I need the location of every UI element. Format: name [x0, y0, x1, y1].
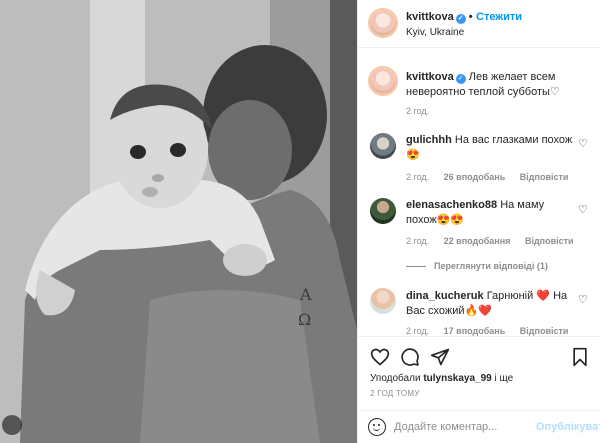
post-header: kvittkova ✓ • Стежити Kyiv, Ukraine: [358, 0, 600, 48]
comment-time: 2 год.: [406, 172, 430, 182]
author-username-row[interactable]: kvittkova ✓ •: [406, 11, 476, 24]
comment-username[interactable]: gulichhh: [406, 134, 452, 146]
comment-meta: 2 год. 22 вподобання Відповісти: [406, 236, 586, 246]
more-dots-icon[interactable]: [2, 415, 22, 435]
comment-username[interactable]: elenasachenko88: [406, 199, 497, 211]
post-actions: Уподобали tulynskaya_99 і ще 2 ГОД ТОМУ: [358, 336, 600, 406]
reply-button[interactable]: Відповісти: [525, 236, 574, 246]
heart-icon[interactable]: [370, 347, 390, 367]
commenter-avatar[interactable]: [370, 288, 396, 314]
comment-like-heart-icon[interactable]: ♡: [578, 293, 588, 306]
share-icon[interactable]: [430, 347, 450, 367]
likes-user[interactable]: tulynskaya_99: [423, 373, 491, 384]
add-comment-bar: Опублікувати: [358, 410, 600, 443]
post-time[interactable]: 2 ГОД ТОМУ: [370, 389, 420, 398]
svg-text:Ω: Ω: [298, 310, 311, 329]
comment-username[interactable]: dina_kucheruk: [406, 290, 484, 302]
svg-text:A: A: [299, 285, 312, 304]
comment-meta: 2 год. 17 вподобань Відповісти: [406, 326, 580, 336]
comment-like-heart-icon[interactable]: ♡: [578, 203, 588, 216]
replies-divider: [406, 266, 426, 268]
caption-avatar[interactable]: [368, 66, 398, 96]
post-side-panel: kvittkova ✓ • Стежити Kyiv, Ukraine kvittk…: [357, 0, 600, 443]
comment-like-heart-icon[interactable]: ♡: [578, 137, 588, 150]
likes-summary: Уподобали tulynskaya_99 і ще: [370, 373, 513, 384]
comment-likes[interactable]: 17 вподобань: [444, 326, 506, 336]
commenter-avatar[interactable]: [370, 198, 396, 224]
author-username[interactable]: kvittkova: [406, 11, 454, 23]
commenter-avatar[interactable]: [370, 133, 396, 159]
publish-button[interactable]: Опублікувати: [536, 421, 600, 433]
caption-username[interactable]: kvittkova: [406, 71, 454, 83]
separator-dot: •: [468, 11, 473, 23]
caption-time: 2 год.: [406, 106, 430, 116]
post-photo[interactable]: A Ω: [0, 0, 357, 443]
caption: kvittkova ✓ Лев желает всем невероятно те…: [406, 70, 591, 100]
comment: dina_kucheruk Гарнюній ❤️ На Вас схожий🔥…: [406, 289, 576, 319]
likes-prefix: Уподобали: [370, 373, 421, 384]
comment-time: 2 год.: [406, 236, 430, 246]
follow-button[interactable]: Стежити: [476, 11, 522, 23]
emoji-icon[interactable]: [368, 418, 386, 436]
location-link[interactable]: Kyiv, Ukraine: [406, 27, 464, 38]
comment-time: 2 год.: [406, 326, 430, 336]
reply-button[interactable]: Відповісти: [520, 326, 569, 336]
comment-likes[interactable]: 22 вподобання: [444, 236, 511, 246]
comment-icon[interactable]: [400, 347, 420, 367]
author-avatar[interactable]: [368, 8, 398, 38]
view-replies-button[interactable]: Переглянути відповіді (1): [406, 261, 548, 271]
comment: elenasachenko88 На маму похож😍😍: [406, 198, 576, 228]
comment-likes[interactable]: 26 вподобань: [444, 172, 506, 182]
comment: gulichhh На вас глазками похож 😍: [406, 133, 576, 163]
bookmark-icon[interactable]: [570, 347, 590, 367]
reply-button[interactable]: Відповісти: [520, 172, 569, 182]
baby-photo: A Ω: [0, 0, 357, 443]
comment-input[interactable]: [394, 417, 534, 437]
verified-badge-icon: ✓: [455, 14, 466, 24]
verified-badge-icon: ✓: [455, 74, 466, 84]
comment-meta: 2 год. 26 вподобань Відповісти: [406, 172, 580, 182]
likes-suffix[interactable]: і ще: [495, 373, 514, 384]
view-replies-label[interactable]: Переглянути відповіді (1): [434, 261, 548, 271]
